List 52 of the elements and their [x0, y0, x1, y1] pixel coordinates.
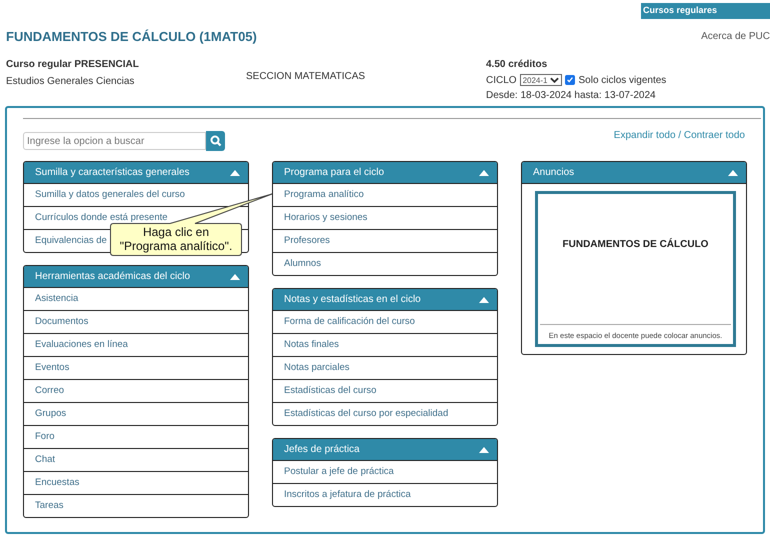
triangle-icon[interactable] — [479, 446, 489, 452]
menu-item[interactable]: Alumnos — [273, 252, 497, 275]
menu-item[interactable]: Correo — [24, 379, 248, 402]
triangle-icon[interactable] — [230, 170, 240, 176]
menu-item[interactable]: Notas finales — [273, 333, 497, 356]
menu-item[interactable]: Estadísticas del curso — [273, 379, 497, 402]
about-link[interactable]: Acerca de PUC — [701, 30, 770, 42]
current-cycles-checkbox[interactable] — [565, 75, 576, 85]
menu-item[interactable]: Chat — [24, 448, 248, 471]
menu-item[interactable]: Horarios y sesiones — [273, 206, 497, 229]
menu-item[interactable]: Documentos — [24, 310, 248, 333]
menu-item[interactable]: Tareas — [24, 494, 248, 517]
section-header[interactable]: Programa para el ciclo — [273, 162, 497, 184]
menu-item[interactable]: Evaluaciones en línea — [24, 333, 248, 356]
menu-item[interactable]: Forma de calificación del curso — [273, 311, 497, 333]
unit-name: Estudios Generales Ciencias — [6, 76, 136, 87]
menu-item[interactable]: Programa analítico — [273, 184, 497, 206]
announcement-heading: FUNDAMENTOS DE CÁLCULO — [562, 238, 708, 250]
menu-item[interactable]: Grupos — [24, 402, 248, 425]
section-header[interactable]: Notas y estadísticas en el ciclo — [273, 289, 497, 311]
date-range: Desde: 18-03-2024 hasta: 13-07-2024 — [486, 90, 657, 101]
section-name: SECCION MATEMATICAS — [246, 71, 366, 82]
menu-item[interactable]: Estadísticas del curso por especialidad — [273, 402, 497, 425]
triangle-icon[interactable] — [728, 170, 738, 176]
course-modality: Curso regular PRESENCIAL — [6, 59, 140, 70]
search-field[interactable]: Ingrese la opcion a buscar — [23, 132, 206, 150]
cycle-select[interactable]: 2024-1 — [520, 74, 562, 86]
triangle-icon[interactable] — [479, 170, 489, 176]
course-title: FUNDAMENTOS DE CÁLCULO (1MAT05) — [6, 28, 257, 44]
menu-item[interactable]: Asistencia — [24, 288, 248, 310]
expand-collapse-link[interactable]: Expandir todo / Contraer todo — [614, 130, 745, 140]
menu-item[interactable]: Foro — [24, 425, 248, 448]
menu-item[interactable]: Eventos — [24, 356, 248, 379]
current-cycles-label: Solo ciclos vigentes — [578, 74, 666, 86]
menu-item[interactable]: Profesores — [273, 229, 497, 252]
search-icon — [210, 135, 222, 147]
menu-item[interactable]: Encuestas — [24, 471, 248, 494]
section-header[interactable]: Herramientas académicas del ciclo — [24, 266, 248, 288]
courses-tab[interactable]: Cursos regulares — [641, 3, 770, 19]
search-button[interactable] — [206, 131, 225, 151]
menu-item[interactable]: Postular a jefe de práctica — [273, 461, 497, 483]
section-header[interactable]: Anuncios — [522, 162, 746, 184]
triangle-icon[interactable] — [479, 296, 489, 302]
menu-item[interactable]: Sumilla y datos generales del curso — [24, 184, 248, 206]
menu-item[interactable]: Notas parciales — [273, 356, 497, 379]
section-header[interactable]: Sumilla y características generales — [24, 162, 248, 184]
credits-text: 4.50 créditos — [486, 59, 548, 70]
triangle-icon[interactable] — [230, 274, 240, 280]
cycle-label: CICLO — [486, 74, 517, 86]
chevron-down-icon — [550, 77, 560, 83]
section-header[interactable]: Jefes de práctica — [273, 439, 497, 461]
menu-item[interactable]: Inscritos a jefatura de práctica — [273, 483, 497, 506]
